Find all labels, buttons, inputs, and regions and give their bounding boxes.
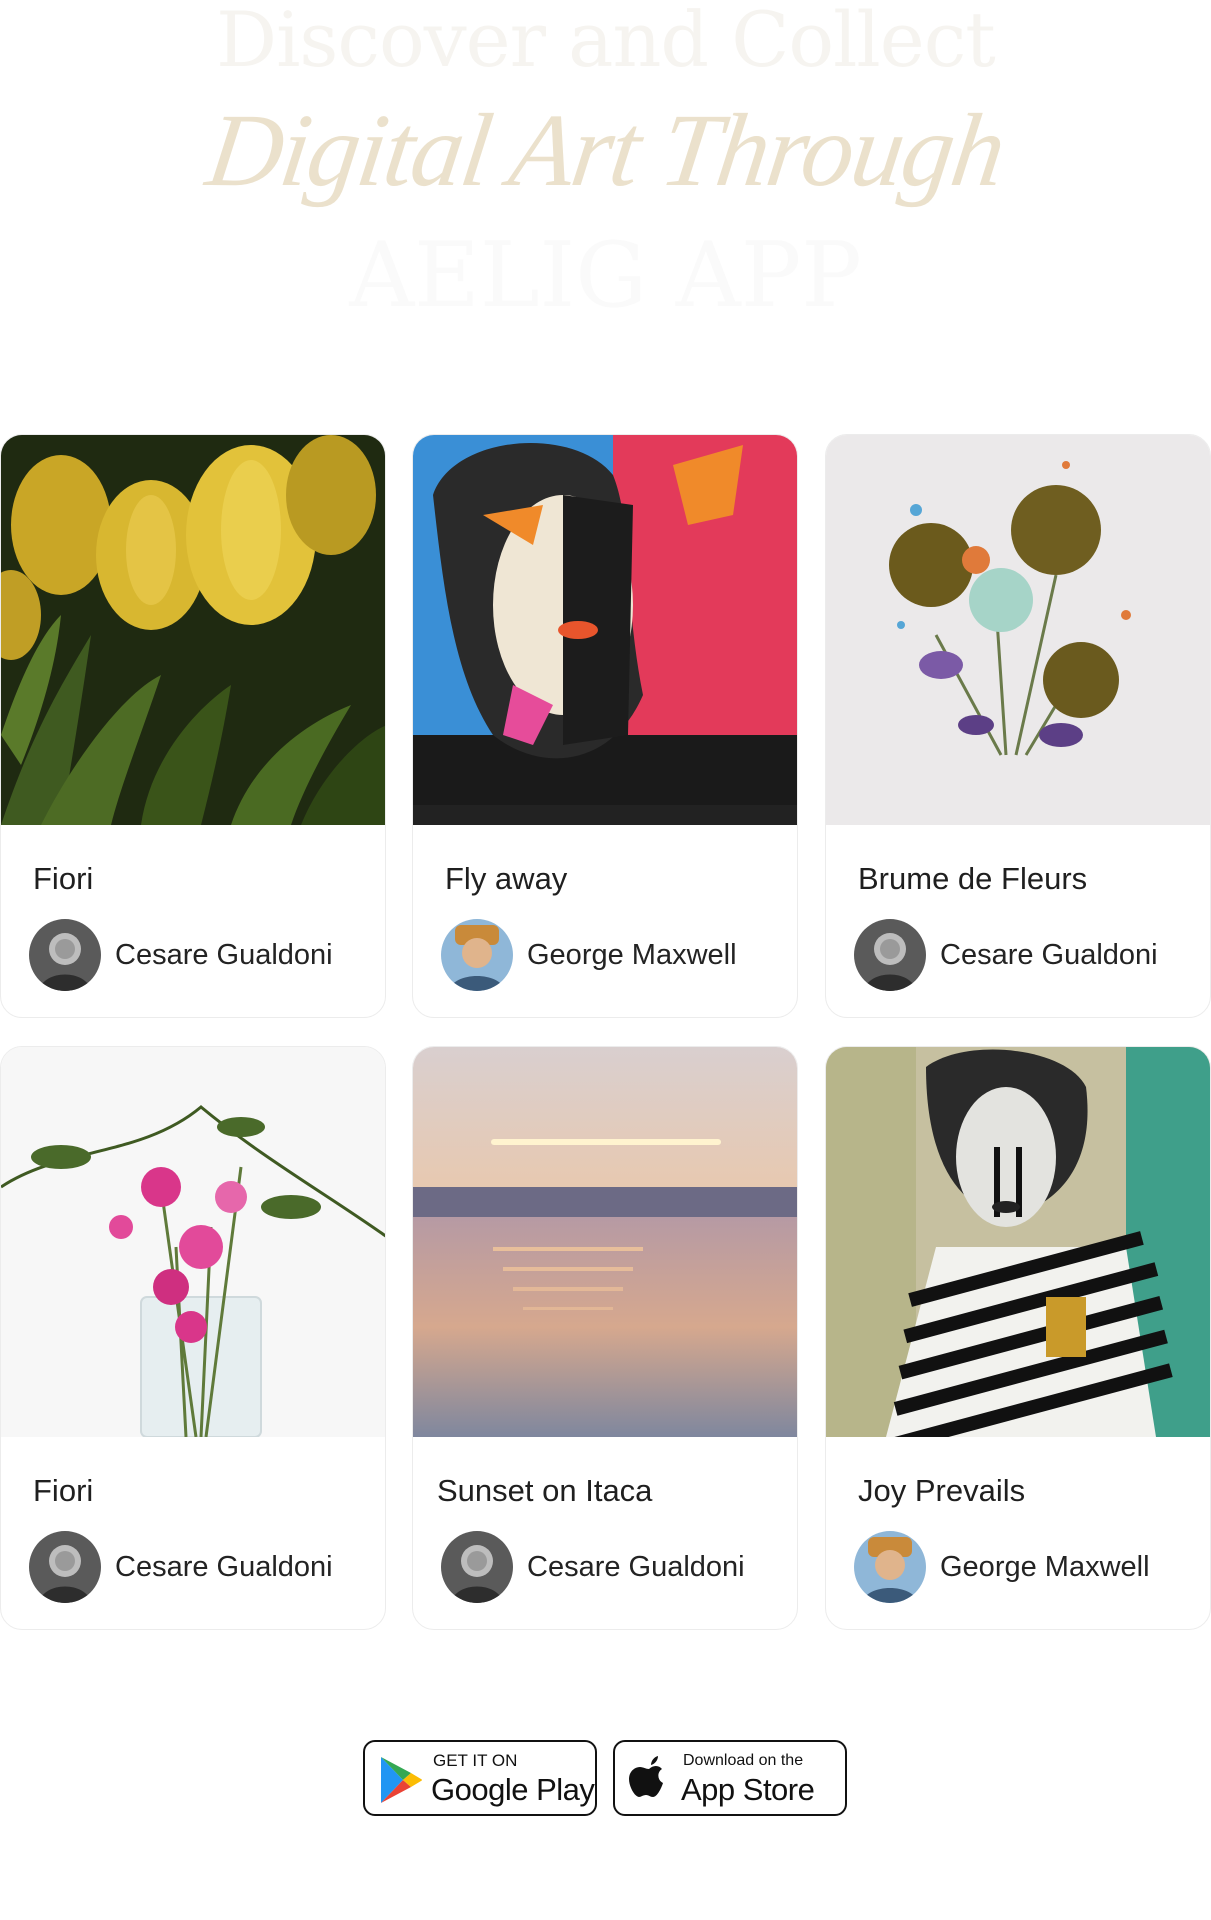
- artwork-image-woman-butterflies: [413, 435, 797, 825]
- artwork-title: Fly away: [445, 861, 568, 896]
- artist-info[interactable]: Cesare Gualdoni: [854, 919, 1158, 991]
- artwork-title: Sunset on Itaca: [437, 1473, 653, 1508]
- artist-info[interactable]: George Maxwell: [854, 1531, 1150, 1603]
- artwork-title: Fiori: [33, 1473, 94, 1508]
- artwork-title: Fiori: [33, 861, 94, 896]
- artwork-image-striped-pierrot: [826, 1047, 1210, 1437]
- apple-icon: [629, 1756, 663, 1797]
- artwork-image-watercolor-flowers: [826, 435, 1210, 825]
- artist-name: George Maxwell: [940, 1550, 1150, 1583]
- avatar-cesare-gualdoni: [854, 919, 926, 991]
- artist-info[interactable]: Cesare Gualdoni: [29, 919, 333, 991]
- hero-line-discover: Discover and Collect: [216, 0, 996, 84]
- avatar-cesare-gualdoni: [29, 919, 101, 991]
- google-play-small-text: GET IT ON: [433, 1751, 518, 1770]
- avatar-george-maxwell: [854, 1531, 926, 1603]
- artwork-image-sunset-lake: [413, 1047, 797, 1437]
- artwork-title: Brume de Fleurs: [858, 861, 1088, 896]
- avatar-cesare-gualdoni: [29, 1531, 101, 1603]
- hero-line-app-name: AELIG APP: [349, 223, 862, 328]
- artist-info[interactable]: George Maxwell: [441, 919, 737, 991]
- artist-info[interactable]: Cesare Gualdoni: [29, 1531, 333, 1603]
- artwork-card[interactable]: Brume de Fleurs Cesare Gualdoni: [825, 434, 1211, 1018]
- artwork-card[interactable]: Fiori Cesare Gualdoni: [0, 434, 386, 1018]
- app-store-button[interactable]: Download on the App Store: [613, 1740, 847, 1816]
- google-play-button[interactable]: GET IT ON Google Play: [363, 1740, 597, 1816]
- artist-name: Cesare Gualdoni: [940, 938, 1158, 971]
- avatar-cesare-gualdoni: [441, 1531, 513, 1603]
- store-buttons: GET IT ON Google Play Download on the Ap…: [0, 1740, 1211, 1820]
- artwork-card[interactable]: Sunset on Itaca Cesare Gualdoni: [412, 1046, 798, 1630]
- artwork-title: Joy Prevails: [858, 1473, 1026, 1508]
- hero-line-digital-art: Digital Art Through: [200, 93, 1011, 208]
- artist-name: Cesare Gualdoni: [527, 1550, 745, 1583]
- artist-name: Cesare Gualdoni: [115, 1550, 333, 1583]
- artwork-card[interactable]: Fly away George Maxwell: [412, 434, 798, 1018]
- avatar-george-maxwell: [441, 919, 513, 991]
- artist-info[interactable]: Cesare Gualdoni: [441, 1531, 745, 1603]
- artist-name: Cesare Gualdoni: [115, 938, 333, 971]
- google-play-icon: [381, 1757, 422, 1803]
- app-store-label: App Store: [681, 1772, 815, 1807]
- artist-name: George Maxwell: [527, 938, 737, 971]
- app-store-small-text: Download on the: [683, 1752, 804, 1769]
- artwork-card[interactable]: Joy Prevails George Maxwell: [825, 1046, 1211, 1630]
- hero-heading: Discover and Collect Digital Art Through…: [0, 0, 1211, 340]
- artwork-image-pink-orchids-vase: [1, 1047, 385, 1437]
- artwork-image-yellow-tulips: [1, 435, 385, 825]
- artwork-card[interactable]: Fiori Cesare Gualdoni: [0, 1046, 386, 1630]
- google-play-label: Google Play: [431, 1772, 595, 1807]
